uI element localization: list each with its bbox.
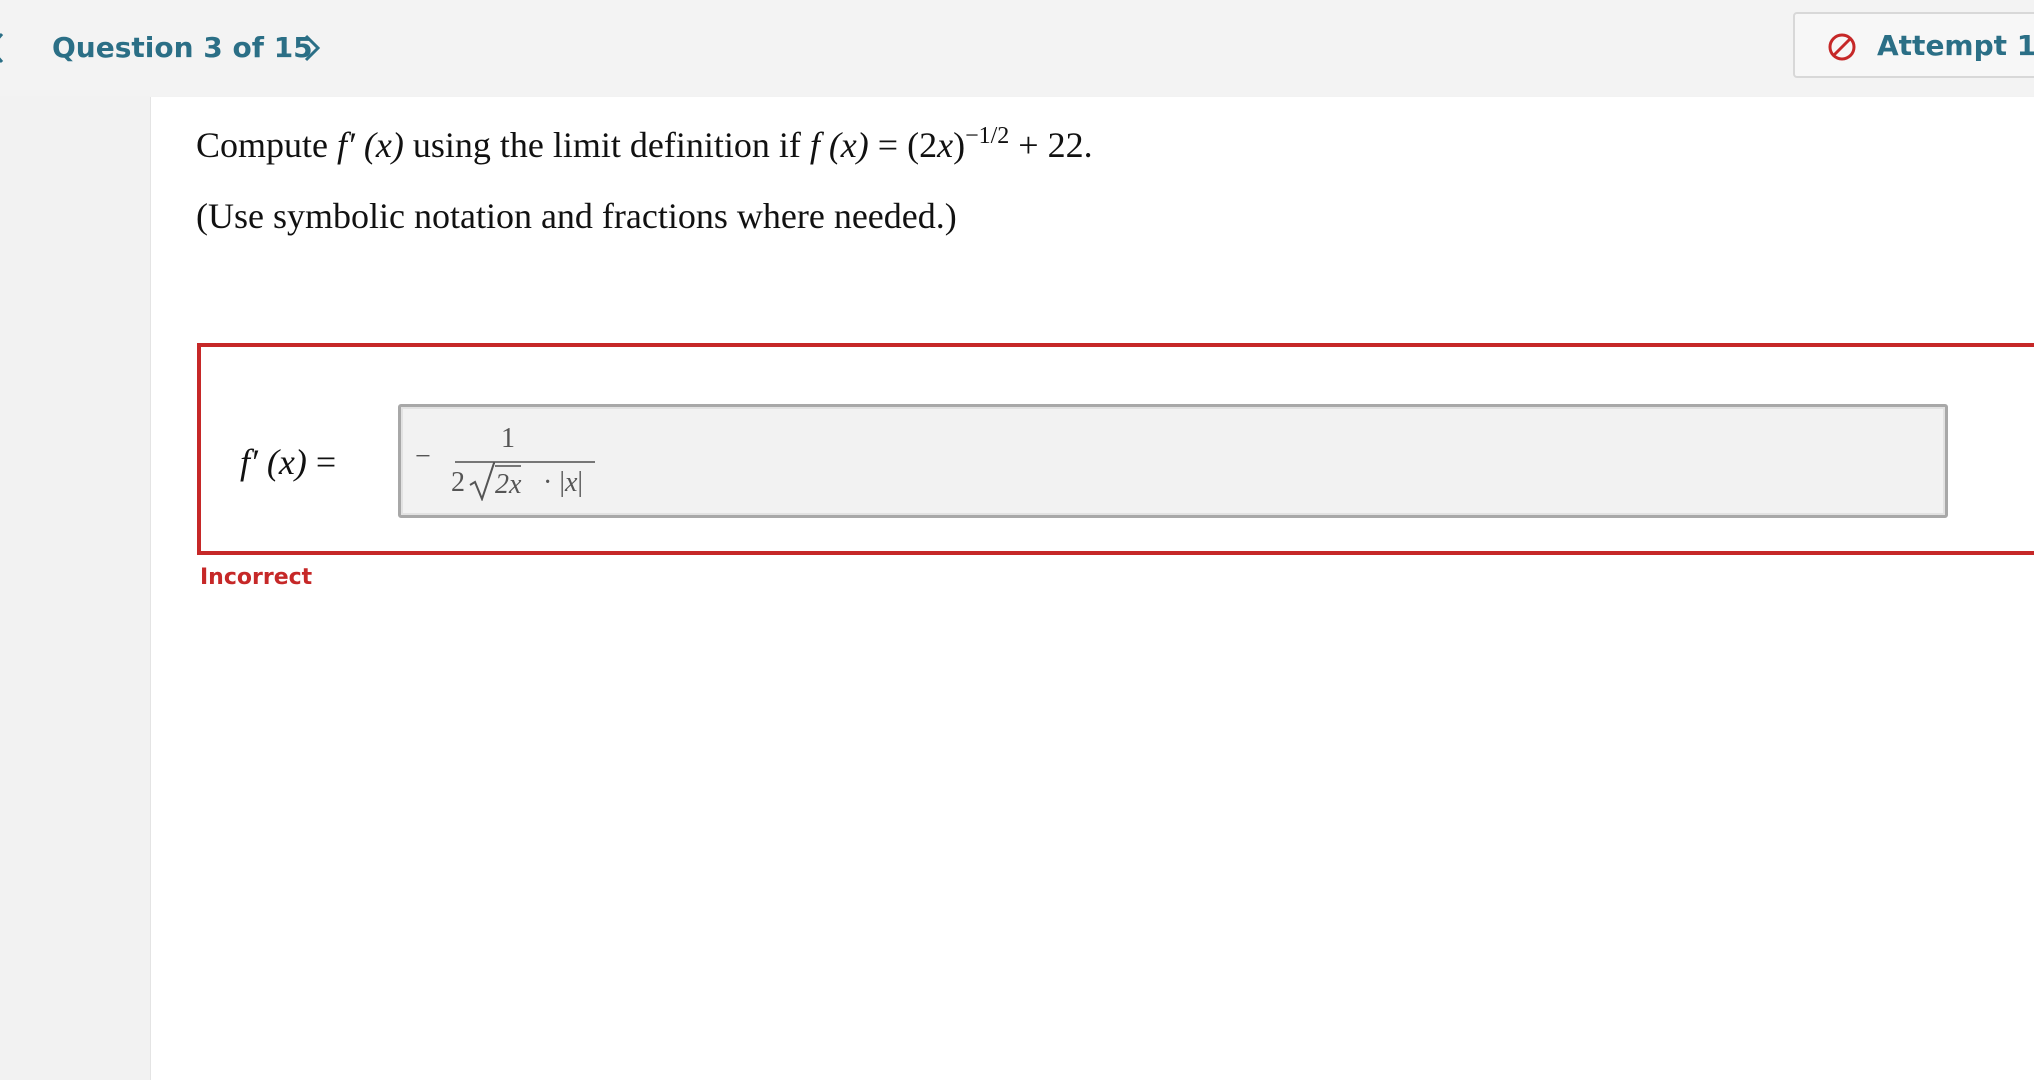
sqrt-icon: [469, 462, 495, 501]
prohibited-icon: [1828, 33, 1856, 61]
expr-radicand: 2x: [495, 465, 522, 503]
question-hint: (Use symbolic notation and fractions whe…: [196, 196, 957, 236]
feedback-incorrect: Incorrect: [200, 565, 313, 590]
chevron-right-icon[interactable]: [296, 28, 328, 68]
attempt-label: Attempt 1: [1877, 29, 2034, 62]
expr-dot: · |: [543, 467, 565, 498]
answer-label: f′ (x) =: [240, 436, 336, 488]
expr-minus: −: [415, 441, 431, 472]
prompt-text-pre: Compute: [196, 125, 337, 165]
top-bar: Question 3 of 15 Attempt 1: [0, 0, 2034, 96]
answer-label-fprime: f′ (x): [240, 442, 307, 482]
attempt-button[interactable]: Attempt 1: [1793, 12, 2034, 78]
prompt-tail: + 22.: [1009, 125, 1093, 165]
expr-abs-x: · |x|: [543, 465, 583, 501]
answer-label-eq: =: [306, 442, 337, 482]
prompt-text-mid: using the limit definition if: [403, 125, 810, 165]
prompt-x: x: [937, 125, 954, 165]
expr-coefficient: 2: [451, 467, 465, 498]
prompt-eq: = (2: [868, 125, 938, 165]
prompt-fx: f (x): [809, 125, 869, 165]
question-prompt: Compute f′ (x) using the limit definitio…: [196, 112, 1093, 178]
expr-var: x: [564, 467, 578, 498]
chevron-left-icon[interactable]: [0, 28, 8, 68]
prompt-close: ): [953, 125, 966, 165]
prompt-fprime: f′ (x): [337, 125, 404, 165]
question-counter: Question 3 of 15: [52, 31, 313, 64]
answer-input[interactable]: − 1 2 2x · |x|: [398, 404, 1948, 518]
expr-numerator: 1: [501, 423, 515, 454]
expr-abs-close: |: [577, 467, 583, 498]
prompt-exponent: −1/2: [965, 123, 1010, 149]
